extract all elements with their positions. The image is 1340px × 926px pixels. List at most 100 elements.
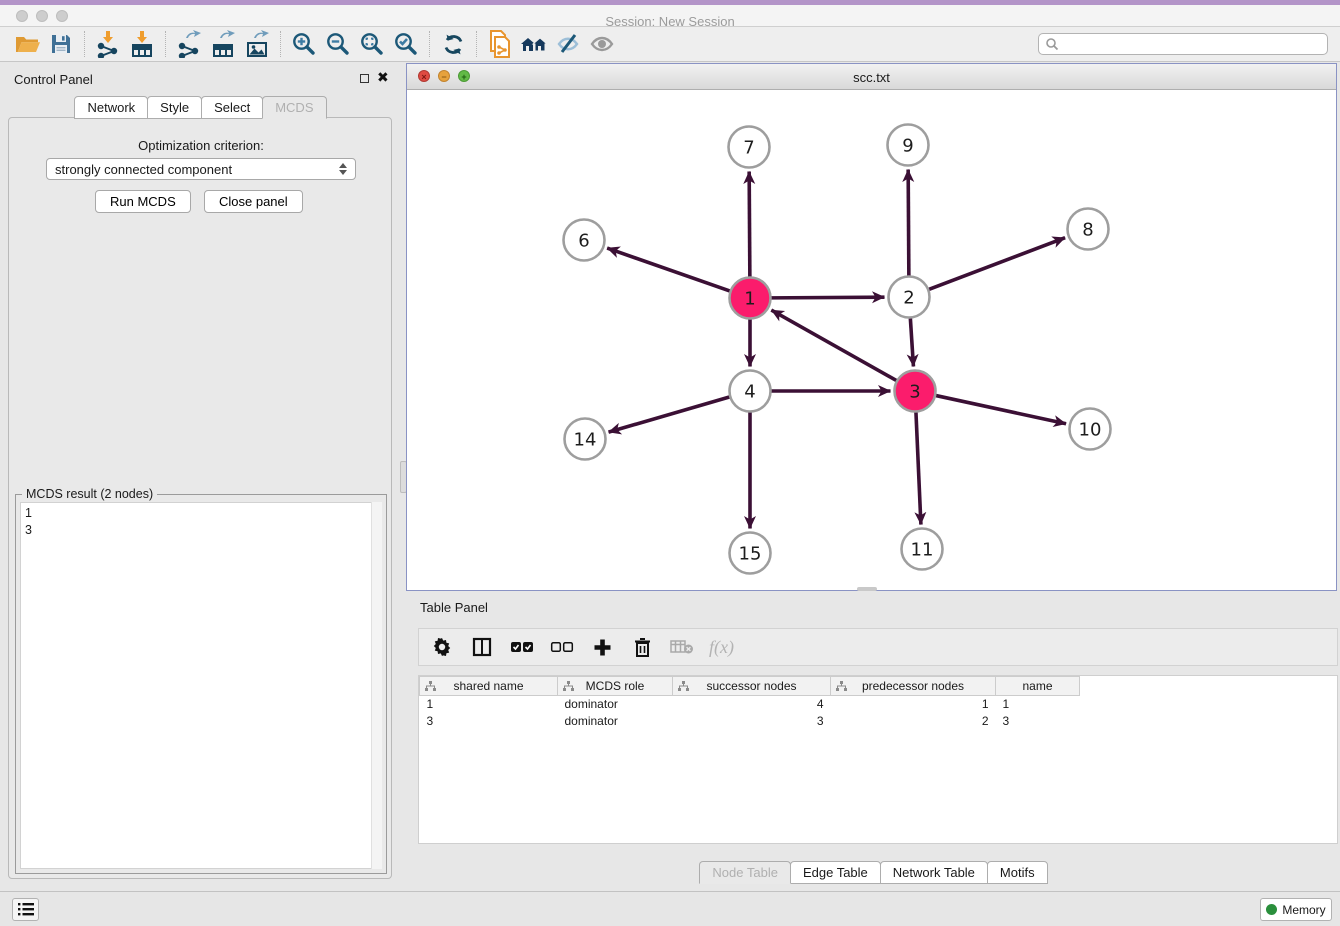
tab-mcds[interactable]: MCDS	[262, 96, 326, 119]
graph-edge-2-3[interactable]	[910, 318, 913, 366]
optimization-criterion-label: Optimization criterion:	[9, 138, 393, 153]
hide-selected-icon[interactable]	[551, 29, 585, 59]
export-network-icon[interactable]	[172, 29, 206, 59]
select-all-icon[interactable]	[509, 634, 535, 660]
col-successor-nodes[interactable]: successor nodes	[673, 677, 831, 696]
table-cell[interactable]: 3	[420, 713, 558, 730]
graph-node-label-2: 2	[903, 287, 914, 308]
refresh-layout-icon[interactable]	[436, 29, 470, 59]
network-canvas[interactable]: 7968124314101511	[407, 91, 1336, 590]
control-panel-title: Control Panel	[14, 72, 93, 87]
node-table-grid[interactable]: shared name MCDS role successor nodes pr…	[419, 676, 1080, 730]
table-panel: Table Panel ✖ f(x) shar	[406, 595, 1340, 891]
float-panel-icon[interactable]	[360, 74, 369, 83]
table-cell[interactable]: 2	[831, 713, 996, 730]
tab-edge-table[interactable]: Edge Table	[790, 861, 881, 884]
table-toolbar: f(x)	[418, 628, 1338, 666]
tab-network[interactable]: Network	[74, 96, 148, 119]
task-history-button[interactable]	[12, 898, 39, 921]
table-tabs: Node Table Edge Table Network Table Moti…	[406, 861, 1340, 884]
export-table-icon[interactable]	[206, 29, 240, 59]
search-icon	[1045, 37, 1059, 51]
run-mcds-button[interactable]: Run MCDS	[95, 190, 191, 213]
graph-edge-1-7[interactable]	[749, 171, 750, 276]
table-cell[interactable]: 4	[673, 696, 831, 713]
table-cell[interactable]: 3	[673, 713, 831, 730]
criterion-select[interactable]: strongly connected component	[46, 158, 356, 180]
criterion-value: strongly connected component	[55, 162, 339, 177]
tab-motifs[interactable]: Motifs	[987, 861, 1048, 884]
graph-edge-4-14[interactable]	[609, 397, 730, 432]
graph-node-label-15: 15	[739, 543, 762, 564]
zoom-out-icon[interactable]	[321, 29, 355, 59]
add-column-icon[interactable]	[589, 634, 615, 660]
node-table: shared name MCDS role successor nodes pr…	[418, 675, 1338, 844]
graph-node-label-6: 6	[578, 230, 589, 251]
network-window: × − + scc.txt 7968124314101511	[406, 63, 1337, 591]
close-panel-button[interactable]: Close panel	[204, 190, 303, 213]
graph-edge-2-8[interactable]	[929, 238, 1065, 290]
column-panel-icon[interactable]	[469, 634, 495, 660]
zoom-selected-icon[interactable]	[389, 29, 423, 59]
table-cell[interactable]: 1	[996, 696, 1080, 713]
table-cell[interactable]: 3	[996, 713, 1080, 730]
graph-edge-3-10[interactable]	[936, 396, 1066, 424]
mcds-result-group: MCDS result (2 nodes) 1 3	[15, 494, 387, 874]
status-bar: Memory	[0, 891, 1340, 926]
network-window-titlebar[interactable]: × − + scc.txt	[407, 64, 1336, 90]
table-row[interactable]: 1dominator411	[420, 696, 1080, 713]
graph-edge-1-6[interactable]	[607, 248, 730, 291]
canvas-hscroll-thumb[interactable]	[857, 587, 877, 591]
col-name[interactable]: name	[996, 677, 1080, 696]
col-shared-name[interactable]: shared name	[420, 677, 558, 696]
import-table-icon[interactable]	[125, 29, 159, 59]
graph-edge-2-9[interactable]	[908, 169, 909, 275]
delete-column-icon[interactable]	[629, 634, 655, 660]
delete-table-icon	[669, 634, 695, 660]
toolbar-separator	[280, 31, 281, 57]
export-image-icon[interactable]	[240, 29, 274, 59]
deselect-all-icon[interactable]	[549, 634, 575, 660]
graph-node-label-4: 4	[744, 381, 755, 402]
table-row[interactable]: 3dominator323	[420, 713, 1080, 730]
tab-select[interactable]: Select	[201, 96, 263, 119]
titlebar[interactable]: Session: New Session	[0, 5, 1340, 27]
graph-edge-3-1[interactable]	[771, 310, 896, 380]
col-predecessor-nodes[interactable]: predecessor nodes	[831, 677, 996, 696]
control-panel: Control Panel ✖ Network Style Select MCD…	[0, 62, 400, 891]
mcds-panel: Optimization criterion: strongly connect…	[8, 117, 392, 879]
table-cell[interactable]: dominator	[558, 696, 673, 713]
mcds-result-title: MCDS result (2 nodes)	[22, 487, 157, 501]
table-cell[interactable]: 1	[420, 696, 558, 713]
tab-node-table[interactable]: Node Table	[699, 861, 791, 884]
table-cell[interactable]: dominator	[558, 713, 673, 730]
mcds-result-scrollbar[interactable]	[371, 502, 382, 869]
close-panel-icon[interactable]: ✖	[377, 72, 389, 82]
mcds-result-text[interactable]: 1 3	[20, 502, 382, 869]
tab-style[interactable]: Style	[147, 96, 202, 119]
import-network-icon[interactable]	[91, 29, 125, 59]
show-selected-icon	[585, 29, 619, 59]
table-settings-icon[interactable]	[429, 634, 455, 660]
table-cell[interactable]: 1	[831, 696, 996, 713]
search-box[interactable]	[1038, 33, 1328, 55]
save-session-icon[interactable]	[44, 29, 78, 59]
function-builder-icon: f(x)	[709, 637, 734, 658]
search-input[interactable]	[1059, 37, 1321, 51]
graph-node-label-7: 7	[743, 137, 754, 158]
toolbar-separator	[476, 31, 477, 57]
col-mcds-role[interactable]: MCDS role	[558, 677, 673, 696]
graph-edge-1-2[interactable]	[771, 297, 884, 298]
graph-node-label-11: 11	[911, 539, 934, 560]
clone-network-icon[interactable]	[483, 29, 517, 59]
toolbar-separator	[429, 31, 430, 57]
memory-button[interactable]: Memory	[1260, 898, 1332, 921]
zoom-in-icon[interactable]	[287, 29, 321, 59]
zoom-fit-icon[interactable]	[355, 29, 389, 59]
network-title: scc.txt	[407, 70, 1336, 85]
tab-network-table[interactable]: Network Table	[880, 861, 988, 884]
show-all-networks-icon[interactable]	[517, 29, 551, 59]
select-stepper-icon	[339, 163, 347, 175]
graph-edge-3-11[interactable]	[916, 412, 921, 524]
open-session-icon[interactable]	[10, 29, 44, 59]
